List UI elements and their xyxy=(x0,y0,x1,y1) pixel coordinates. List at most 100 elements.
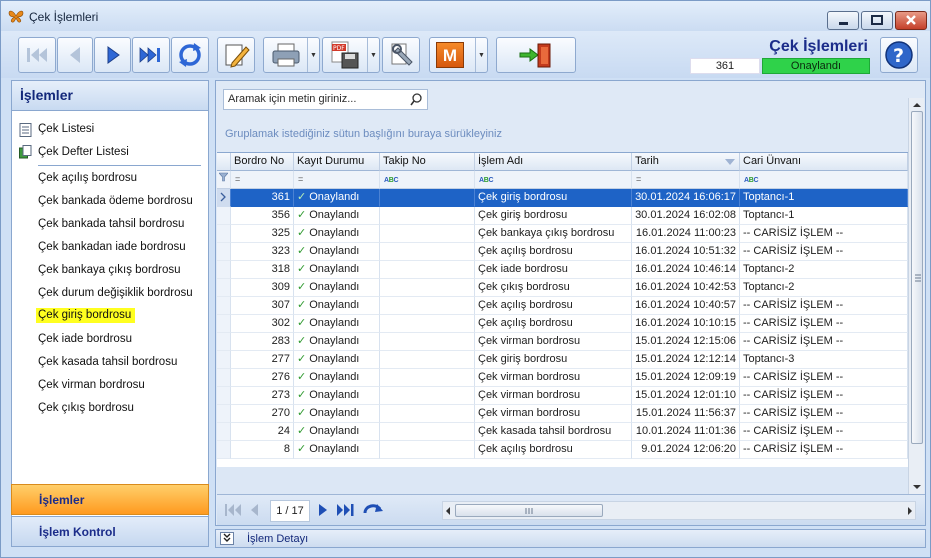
last-record-button[interactable] xyxy=(132,37,170,73)
cell-bordro-no[interactable]: 277 xyxy=(231,351,294,369)
cell-cari-unvani[interactable]: Toptancı-3 xyxy=(740,351,908,369)
cell-kayit-durumu[interactable]: ✓ Onaylandı xyxy=(294,423,380,441)
vertical-scroll-thumb[interactable] xyxy=(911,111,923,444)
cell-islem-adi[interactable]: Çek virman bordrosu xyxy=(475,369,632,387)
maximize-button[interactable] xyxy=(861,11,893,30)
filter-bordro-no[interactable]: = xyxy=(231,171,294,189)
cell-cari-unvani[interactable]: -- CARİSİZ İŞLEM -- xyxy=(740,243,908,261)
tools-button[interactable] xyxy=(382,37,420,73)
filter-kayit-durumu[interactable]: = xyxy=(294,171,380,189)
sidebar-item-cek-listesi[interactable]: Çek Listesi xyxy=(38,123,94,135)
cell-tarih[interactable]: 15.01.2024 12:15:06 xyxy=(632,333,740,351)
table-row[interactable]: 356 ✓ Onaylandı Çek giriş bordrosu 30.01.202… xyxy=(217,207,908,225)
table-row[interactable]: 318 ✓ Onaylandı Çek iade bordrosu 16.01.2024… xyxy=(217,261,908,279)
cell-takip-no[interactable] xyxy=(380,315,475,333)
exit-button[interactable] xyxy=(496,37,576,73)
previous-record-button[interactable] xyxy=(57,37,93,73)
cell-bordro-no[interactable]: 302 xyxy=(231,315,294,333)
scroll-down-icon[interactable] xyxy=(910,482,924,492)
cell-takip-no[interactable] xyxy=(380,297,475,315)
sidebar-item[interactable]: Çek iade bordrosu xyxy=(38,333,132,345)
filter-cari-unvani[interactable]: ABC xyxy=(740,171,908,189)
sidebar-item[interactable]: Çek açılış bordrosu xyxy=(38,172,137,184)
table-row[interactable]: 302 ✓ Onaylandı Çek açılış bordrosu 16.01.20… xyxy=(217,315,908,333)
cell-takip-no[interactable] xyxy=(380,225,475,243)
cell-bordro-no[interactable]: 283 xyxy=(231,333,294,351)
cell-islem-adi[interactable]: Çek giriş bordrosu xyxy=(475,189,632,207)
cell-takip-no[interactable] xyxy=(380,369,475,387)
m-action-button[interactable]: M ▼ xyxy=(429,37,488,73)
column-header-kayit-durumu[interactable]: Kayıt Durumu xyxy=(294,153,380,171)
row-indicator[interactable] xyxy=(217,225,231,243)
cell-takip-no[interactable] xyxy=(380,189,475,207)
cell-kayit-durumu[interactable]: ✓ Onaylandı xyxy=(294,387,380,405)
row-indicator[interactable] xyxy=(217,207,231,225)
cell-takip-no[interactable] xyxy=(380,243,475,261)
scroll-right-icon[interactable] xyxy=(906,505,914,517)
cell-kayit-durumu[interactable]: ✓ Onaylandı xyxy=(294,207,380,225)
cell-cari-unvani[interactable]: -- CARİSİZ İŞLEM -- xyxy=(740,441,908,459)
cell-cari-unvani[interactable]: -- CARİSİZ İŞLEM -- xyxy=(740,225,908,243)
pager-next-icon[interactable] xyxy=(317,503,329,517)
edit-button[interactable] xyxy=(217,37,255,73)
cell-kayit-durumu[interactable]: ✓ Onaylandı xyxy=(294,297,380,315)
column-header-takip-no[interactable]: Takip No xyxy=(380,153,475,171)
cell-takip-no[interactable] xyxy=(380,261,475,279)
sidebar-item[interactable]: Çek virman bordrosu xyxy=(38,379,145,391)
cell-tarih[interactable]: 16.01.2024 10:40:57 xyxy=(632,297,740,315)
close-button[interactable] xyxy=(895,11,927,30)
cell-tarih[interactable]: 15.01.2024 12:09:19 xyxy=(632,369,740,387)
column-header-cari-unvani[interactable]: Cari Ünvanı xyxy=(740,153,908,171)
cell-cari-unvani[interactable]: Toptancı-2 xyxy=(740,279,908,297)
cell-islem-adi[interactable]: Çek iade bordrosu xyxy=(475,261,632,279)
cell-kayit-durumu[interactable]: ✓ Onaylandı xyxy=(294,405,380,423)
cell-bordro-no[interactable]: 325 xyxy=(231,225,294,243)
search-icon[interactable] xyxy=(410,93,423,106)
minimize-button[interactable] xyxy=(827,11,859,30)
table-row[interactable]: 276 ✓ Onaylandı Çek virman bordrosu 15.01.20… xyxy=(217,369,908,387)
table-row[interactable]: 24 ✓ Onaylandı Çek kasada tahsil bordrosu 10… xyxy=(217,423,908,441)
sidebar-item[interactable]: Çek bankadan iade bordrosu xyxy=(38,241,186,253)
row-indicator[interactable] xyxy=(217,189,231,207)
cell-bordro-no[interactable]: 356 xyxy=(231,207,294,225)
cell-takip-no[interactable] xyxy=(380,351,475,369)
cell-tarih[interactable]: 9.01.2024 12:06:20 xyxy=(632,441,740,459)
sidebar-item-selected[interactable]: Çek giriş bordrosu xyxy=(36,308,136,323)
row-indicator[interactable] xyxy=(217,243,231,261)
filter-islem-adi[interactable]: ABC xyxy=(475,171,632,189)
scroll-left-icon[interactable] xyxy=(444,505,452,517)
cell-cari-unvani[interactable]: -- CARİSİZ İŞLEM -- xyxy=(740,423,908,441)
table-row[interactable]: 309 ✓ Onaylandı Çek çıkış bordrosu 16.01.202… xyxy=(217,279,908,297)
row-indicator[interactable] xyxy=(217,369,231,387)
cell-kayit-durumu[interactable]: ✓ Onaylandı xyxy=(294,225,380,243)
sidebar-item[interactable]: Çek bankada tahsil bordrosu xyxy=(38,218,184,230)
cell-cari-unvani[interactable]: -- CARİSİZ İŞLEM -- xyxy=(740,405,908,423)
sidebar-item[interactable]: Çek bankaya çıkış bordrosu xyxy=(38,264,181,276)
cell-bordro-no[interactable]: 8 xyxy=(231,441,294,459)
pager-first-icon[interactable] xyxy=(224,503,242,517)
cell-tarih[interactable]: 16.01.2024 11:00:23 xyxy=(632,225,740,243)
sidebar-item-cek-defter-listesi[interactable]: Çek Defter Listesi xyxy=(38,146,129,158)
sidebar-item[interactable]: Çek durum değişiklik bordrosu xyxy=(38,287,193,299)
pager-refresh-icon[interactable] xyxy=(362,501,384,519)
cell-cari-unvani[interactable]: -- CARİSİZ İŞLEM -- xyxy=(740,369,908,387)
cell-kayit-durumu[interactable]: ✓ Onaylandı xyxy=(294,279,380,297)
sidebar-item[interactable]: Çek kasada tahsil bordrosu xyxy=(38,356,177,368)
cell-islem-adi[interactable]: Çek açılış bordrosu xyxy=(475,315,632,333)
pager-last-icon[interactable] xyxy=(336,503,356,517)
row-indicator[interactable] xyxy=(217,279,231,297)
refresh-button[interactable] xyxy=(171,37,209,73)
table-row[interactable]: 270 ✓ Onaylandı Çek virman bordrosu 15.01.20… xyxy=(217,405,908,423)
cell-tarih[interactable]: 15.01.2024 12:01:10 xyxy=(632,387,740,405)
cell-takip-no[interactable] xyxy=(380,405,475,423)
cell-islem-adi[interactable]: Çek kasada tahsil bordrosu xyxy=(475,423,632,441)
cell-bordro-no[interactable]: 24 xyxy=(231,423,294,441)
cell-cari-unvani[interactable]: -- CARİSİZ İŞLEM -- xyxy=(740,297,908,315)
cell-cari-unvani[interactable]: -- CARİSİZ İŞLEM -- xyxy=(740,387,908,405)
cell-takip-no[interactable] xyxy=(380,279,475,297)
cell-islem-adi[interactable]: Çek virman bordrosu xyxy=(475,387,632,405)
table-row[interactable]: 325 ✓ Onaylandı Çek bankaya çıkış bordrosu 1… xyxy=(217,225,908,243)
print-button[interactable]: ▼ xyxy=(263,37,320,73)
cell-kayit-durumu[interactable]: ✓ Onaylandı xyxy=(294,243,380,261)
cell-cari-unvani[interactable]: Toptancı-1 xyxy=(740,189,908,207)
